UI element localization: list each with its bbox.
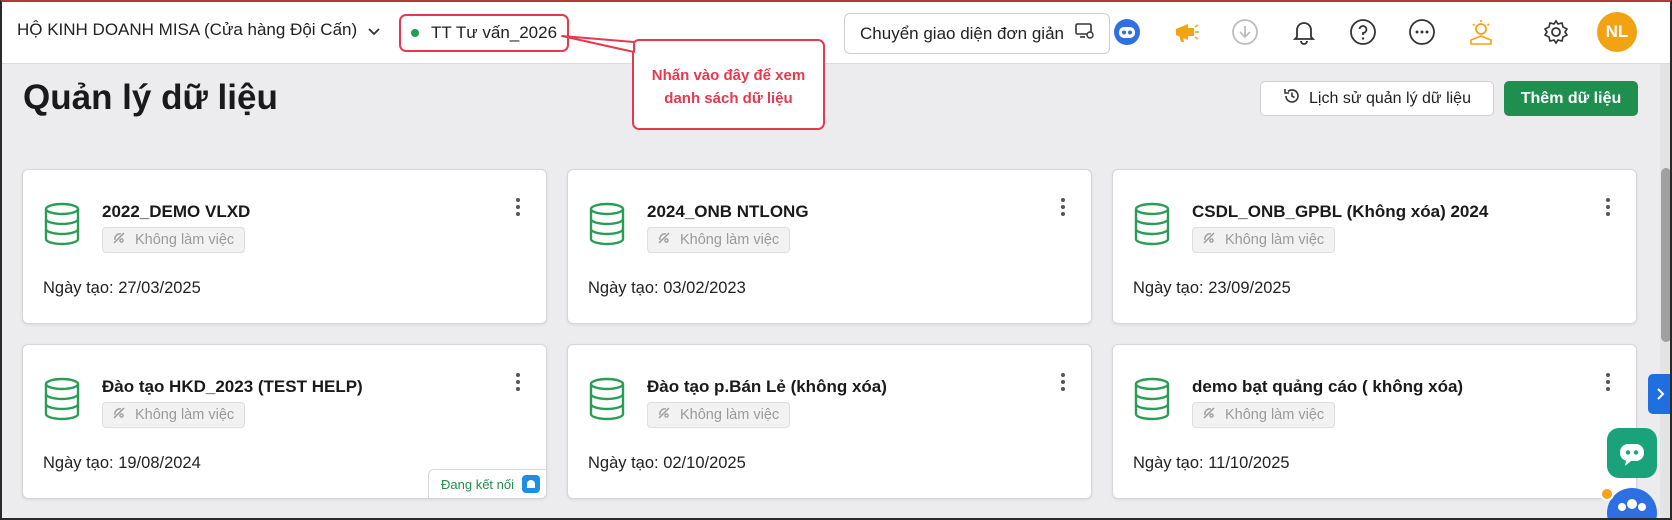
created-date: Ngày tạo: 23/09/2025	[1133, 279, 1291, 297]
data-history-button[interactable]: Lịch sử quản lý dữ liệu	[1260, 81, 1494, 116]
tooltip-callout: Nhấn vào đây để xem danh sách dữ liệu	[632, 39, 825, 130]
database-card[interactable]: Đào tạo HKD_2023 (TEST HELP) Không làm vi…	[22, 344, 547, 499]
database-card[interactable]: demo bạt quảng cáo ( không xóa) Không làm…	[1112, 344, 1637, 499]
switch-simple-ui-label: Chuyển giao diện đơn giản	[860, 23, 1064, 43]
database-icon	[43, 377, 81, 421]
status-badge: Không làm việc	[647, 402, 791, 428]
status-badge: Không làm việc	[1192, 402, 1336, 428]
side-panel-toggle[interactable]	[1648, 374, 1672, 414]
offline-icon	[656, 230, 672, 250]
current-database-selector[interactable]: TT Tư vấn_2026	[399, 14, 569, 52]
status-label: Không làm việc	[135, 407, 235, 423]
status-label: Không làm việc	[1225, 407, 1325, 423]
database-card[interactable]: CSDL_ONB_GPBL (Không xóa) 2024 Không làm …	[1112, 169, 1637, 324]
database-name: 2024_ONB NTLONG	[647, 202, 809, 221]
history-label: Lịch sử quản lý dữ liệu	[1309, 89, 1471, 107]
megaphone-icon[interactable]	[1170, 16, 1202, 48]
gear-icon[interactable]	[1540, 16, 1572, 48]
database-icon	[588, 202, 626, 246]
created-date: Ngày tạo: 19/08/2024	[43, 454, 201, 472]
history-icon	[1283, 87, 1301, 110]
kebab-menu-icon[interactable]	[1055, 370, 1071, 394]
database-icon	[588, 377, 626, 421]
monitor-settings-icon	[1074, 22, 1094, 45]
database-name: 2022_DEMO VLXD	[102, 202, 251, 221]
database-card[interactable]: 2024_ONB NTLONG Không làm việc Ngày tạo: 0…	[567, 169, 1092, 324]
kebab-menu-icon[interactable]	[1600, 370, 1616, 394]
page-title: Quản lý dữ liệu	[23, 78, 278, 117]
download-icon[interactable]	[1229, 16, 1261, 48]
database-name: CSDL_ONB_GPBL (Không xóa) 2024	[1192, 202, 1489, 221]
offline-icon	[1201, 405, 1217, 425]
offline-icon	[111, 405, 127, 425]
community-button[interactable]	[1607, 488, 1657, 520]
created-date: Ngày tạo: 11/10/2025	[1133, 454, 1290, 472]
status-label: Không làm việc	[680, 407, 780, 423]
database-icon	[1133, 377, 1171, 421]
offline-icon	[1201, 230, 1217, 250]
database-card[interactable]: 2022_DEMO VLXD Không làm việc Ngày tạo: 27…	[22, 169, 547, 324]
chat-icon	[1620, 444, 1644, 466]
created-date: Ngày tạo: 27/03/2025	[43, 279, 201, 297]
status-badge: Không làm việc	[647, 227, 791, 253]
callout-arrow-icon	[561, 35, 635, 53]
help-icon[interactable]	[1347, 16, 1379, 48]
idea-icon[interactable]	[1465, 16, 1497, 48]
database-name: Đào tạo p.Bán Lẻ (không xóa)	[647, 377, 887, 396]
scrollbar-thumb[interactable]	[1661, 168, 1671, 342]
kebab-menu-icon[interactable]	[1600, 195, 1616, 219]
offline-icon	[656, 405, 672, 425]
status-badge: Không làm việc	[102, 227, 246, 253]
top-bar: HỘ KINH DOANH MISA (Cửa hàng Đội Cấn) TT…	[0, 0, 1672, 64]
robot-icon[interactable]	[1111, 16, 1143, 48]
add-data-button[interactable]: Thêm dữ liệu	[1504, 81, 1638, 116]
created-date: Ngày tạo: 03/02/2023	[588, 279, 746, 297]
database-icon	[1133, 202, 1171, 246]
kebab-menu-icon[interactable]	[1055, 195, 1071, 219]
status-label: Không làm việc	[680, 232, 780, 248]
kebab-menu-icon[interactable]	[510, 370, 526, 394]
team-icon	[1618, 499, 1646, 511]
database-card[interactable]: Đào tạo p.Bán Lẻ (không xóa) Không làm vi…	[567, 344, 1092, 499]
created-date: Ngày tạo: 02/10/2025	[588, 454, 746, 472]
user-avatar[interactable]: NL	[1597, 12, 1637, 52]
more-icon[interactable]	[1406, 16, 1438, 48]
database-icon	[43, 202, 81, 246]
chevron-down-icon	[367, 23, 381, 37]
current-database-label: TT Tư vấn_2026	[431, 23, 558, 42]
status-badge: Không làm việc	[1192, 227, 1336, 253]
store-name-label: HỘ KINH DOANH MISA (Cửa hàng Đội Cấn)	[17, 20, 358, 39]
callout-line-2: danh sách dữ liệu	[664, 90, 793, 107]
bell-icon[interactable]	[1288, 16, 1320, 48]
database-name: demo bạt quảng cáo ( không xóa)	[1192, 377, 1464, 396]
chat-bot-button[interactable]	[1607, 428, 1657, 478]
status-label: Không làm việc	[1225, 232, 1325, 248]
database-name: Đào tạo HKD_2023 (TEST HELP)	[102, 377, 363, 396]
store-selector[interactable]: HỘ KINH DOANH MISA (Cửa hàng Đội Cấn)	[17, 20, 381, 40]
chevron-right-icon	[1657, 388, 1665, 400]
connection-tag: Đang kết nối	[428, 469, 546, 498]
connection-icon	[522, 475, 540, 493]
connection-label: Đang kết nối	[441, 476, 514, 492]
notification-dot	[1600, 487, 1614, 501]
callout-line-1: Nhấn vào đây để xem	[651, 67, 806, 84]
switch-simple-ui-button[interactable]: Chuyển giao diện đơn giản	[844, 13, 1110, 54]
kebab-menu-icon[interactable]	[510, 195, 526, 219]
status-badge: Không làm việc	[102, 402, 246, 428]
status-label: Không làm việc	[135, 232, 235, 248]
offline-icon	[111, 230, 127, 250]
status-dot	[411, 29, 419, 37]
